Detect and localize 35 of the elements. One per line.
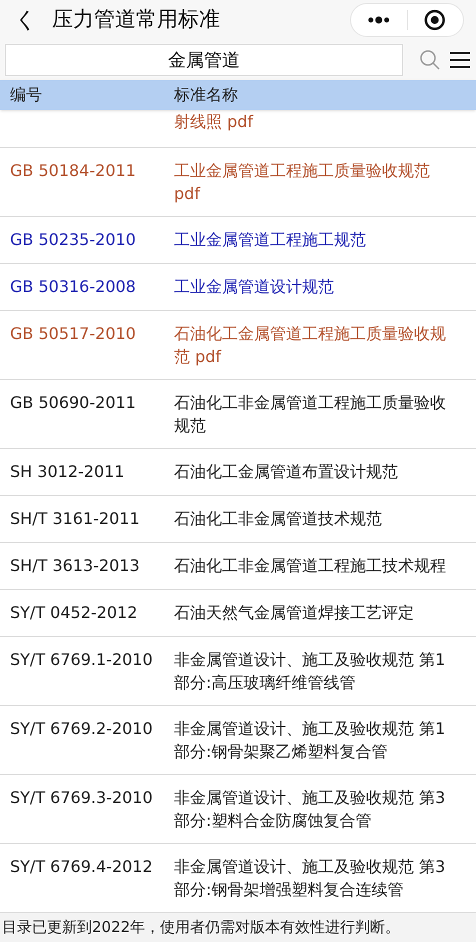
- standard-name[interactable]: 非金属管道设计、施工及验收规范 第1部分:钢骨架聚乙烯塑料复合管: [174, 717, 454, 763]
- back-button[interactable]: く: [12, 4, 40, 36]
- standard-code[interactable]: SY/T 6769.3-2010: [10, 788, 153, 807]
- standard-code[interactable]: SH 3012-2011: [10, 462, 124, 481]
- standard-name[interactable]: 石油化工非金属管道技术规范: [174, 507, 454, 530]
- standard-name[interactable]: 工业金属管道工程施工规范: [174, 228, 454, 251]
- standard-name[interactable]: 射线照 pdf: [174, 110, 454, 133]
- standard-code[interactable]: SH/T 3161-2011: [10, 509, 140, 528]
- standard-code[interactable]: SH/T 3613-2013: [10, 556, 140, 575]
- standard-code[interactable]: GB 50184-2011: [10, 161, 136, 180]
- standard-name[interactable]: 石油化工非金属管道工程施工技术规程: [174, 554, 454, 577]
- standard-code[interactable]: GB 50517-2010: [10, 324, 136, 343]
- column-header: 编号: [9, 84, 43, 106]
- standard-code[interactable]: GB 50316-2008: [10, 277, 136, 296]
- standard-name[interactable]: 工业金属管道设计规范: [174, 275, 454, 298]
- standard-code[interactable]: GB 50235-2010: [10, 230, 136, 249]
- standard-name[interactable]: 非金属管道设计、施工及验收规范 第1部分:高压玻璃纤维管线管: [174, 648, 454, 694]
- standard-code[interactable]: SY/T 6769.4-2012: [10, 857, 153, 876]
- standard-code[interactable]: SY/T 6769.2-2010: [10, 719, 153, 738]
- standard-code[interactable]: SY/T 0452-2012: [10, 603, 138, 622]
- page-title: 压力管道常用标准: [52, 6, 220, 34]
- standard-name[interactable]: 非金属管道设计、施工及验收规范 第3部分:钢骨架增强塑料复合连续管: [174, 855, 454, 901]
- menu-icon[interactable]: [449, 50, 471, 70]
- search-field[interactable]: 金属管道: [5, 44, 403, 76]
- standard-name[interactable]: 非金属管道设计、施工及验收规范 第3部分:塑料合金防腐蚀复合管: [174, 786, 454, 832]
- standard-name[interactable]: 石油天然气金属管道焊接工艺评定: [174, 601, 454, 624]
- standard-code[interactable]: GB 50690-2011: [10, 393, 136, 412]
- footer-note: 目录已更新到2022年，使用者仍需对版本有效性进行判断。: [2, 917, 400, 938]
- standard-name[interactable]: 石油化工金属管道布置设计规范: [174, 460, 454, 483]
- standard-name[interactable]: 石油化工金属管道工程施工质量验收规范 pdf: [174, 322, 454, 368]
- standard-name[interactable]: 石油化工非金属管道工程施工质量验收规范: [174, 391, 454, 437]
- search-icon[interactable]: [419, 49, 441, 71]
- standard-name[interactable]: 工业金属管道工程施工质量验收规范pdf: [174, 159, 454, 205]
- column-header: 标准名称: [174, 84, 238, 106]
- standard-code[interactable]: SY/T 6769.1-2010: [10, 650, 153, 669]
